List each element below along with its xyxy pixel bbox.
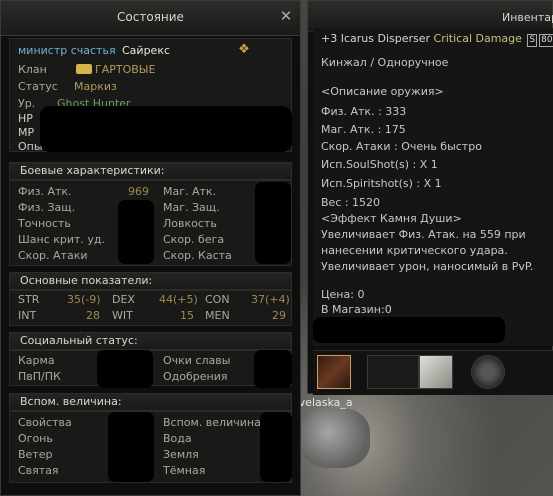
accuracy-label: Точность [18, 217, 71, 230]
basic-header: Основные показатели: [9, 272, 292, 290]
item-spiritshot: Исп.Spiritshot(s) : X 1 [321, 177, 442, 190]
redacted-tooltip-footer [313, 317, 505, 343]
dex-label: DEX [112, 293, 135, 306]
int-label: INT [18, 309, 37, 322]
pvp-label: ПвП/ПК [18, 370, 61, 383]
attr-props-label: Свойства [18, 416, 72, 429]
atk-speed-label: Скор. Атаки [18, 249, 88, 262]
mp-label: MP [18, 126, 35, 139]
aux-value-label: Вспом. величина [163, 416, 261, 429]
status-title: Состояние [117, 10, 184, 24]
item-price: Цена: 0 [321, 288, 365, 301]
holy-label: Святая [18, 464, 59, 477]
grade-level-icon: 80 [539, 34, 553, 47]
social-heading: Социальный статус: [20, 334, 138, 347]
weapon-slot-icon[interactable] [317, 355, 351, 389]
clan-name: ГАРТОВЫЕ [95, 63, 156, 76]
str-label: STR [18, 293, 40, 306]
run-speed-label: Скор. бега [163, 233, 225, 246]
inventory-title: Инвентар [502, 11, 553, 24]
elements-heading: Вспом. величина: [20, 395, 122, 408]
basic-heading: Основные показатели: [20, 274, 153, 287]
cast-speed-label: Скор. Каста [163, 249, 232, 262]
earth-label: Земля [163, 448, 199, 461]
status-label: Статус [18, 80, 58, 93]
round-slot-icon[interactable] [471, 355, 505, 389]
fire-label: Огонь [18, 432, 53, 445]
close-icon[interactable]: ✕ [278, 8, 294, 24]
social-header: Социальный статус: [9, 332, 292, 350]
evasion-label: Ловкость [163, 217, 217, 230]
str-value: 35(-9) [67, 293, 101, 306]
combat-heading: Боевые характеристики: [20, 164, 165, 177]
redacted-social-left [97, 350, 153, 388]
level-label: Ур. [18, 97, 36, 110]
sa-heading: <Эффект Камня Души> [321, 212, 462, 225]
redacted-bars [40, 106, 292, 152]
redacted-social-right [254, 350, 292, 388]
clan-crest-icon [76, 64, 92, 74]
dex-value: 44(+5) [159, 293, 198, 306]
item-soulshot: Исп.SoulShot(s) : X 1 [321, 158, 438, 171]
bell-item-icon[interactable] [419, 355, 453, 389]
int-value: 28 [86, 309, 100, 322]
water-label: Вода [163, 432, 192, 445]
item-enchant: +3 [321, 32, 338, 45]
char-title: министр счастья [18, 44, 116, 57]
recommend-label: Одобрения [163, 370, 228, 383]
redacted-combat-right [255, 182, 291, 264]
desc-heading: <Описание оружия> [321, 85, 444, 98]
item-name-line: +3 Icarus Disperser Critical Damage S 80 [321, 32, 553, 47]
fame-label: Очки славы [163, 354, 231, 367]
men-label: MEN [205, 309, 230, 322]
elements-header: Вспом. величина: [9, 393, 292, 411]
wit-label: WIT [112, 309, 133, 322]
clan-label: Клан [18, 63, 47, 76]
item-shop: В Магазин:0 [321, 303, 392, 316]
patk-value: 969 [128, 185, 149, 198]
redacted-elements-left [108, 412, 154, 482]
hp-label: HP [18, 112, 33, 125]
item-name: Icarus Disperser [340, 32, 431, 45]
wind-label: Ветер [18, 448, 53, 461]
empty-slot[interactable] [367, 355, 419, 389]
sa-line-2: нанесении критического удара. [321, 244, 508, 257]
wit-value: 15 [180, 309, 194, 322]
status-value: Маркиз [74, 80, 117, 93]
crit-label: Шанс крит. уд. [18, 233, 106, 246]
item-tooltip: +3 Icarus Disperser Critical Damage S 80 … [313, 28, 553, 346]
item-patk: Физ. Атк. : 333 [321, 105, 407, 118]
item-atk-speed: Скор. Атаки : Очень быстро [321, 140, 482, 153]
status-titlebar[interactable]: Состояние ✕ [1, 1, 300, 36]
item-special-ability: Critical Damage [433, 32, 522, 45]
item-type: Кинжал / Одноручное [321, 56, 449, 69]
redacted-combat-left [118, 200, 154, 264]
sa-line-3: Увеличивает урон, наносимый в PvP. [321, 260, 534, 273]
player-character[interactable] [300, 408, 370, 468]
combat-header: Боевые характеристики: [9, 162, 292, 180]
redacted-elements-right [260, 412, 292, 482]
sa-line-1: Увеличивает Физ. Атак. на 559 при [321, 228, 526, 241]
con-value: 37(+4) [251, 293, 290, 306]
item-weight: Вес : 1520 [321, 196, 381, 209]
exp-label: Опы [18, 140, 43, 153]
patk-label: Физ. Атк. [18, 185, 72, 198]
matk-label: Маг. Атк. [163, 185, 217, 198]
karma-label: Карма [18, 354, 55, 367]
con-label: CON [205, 293, 230, 306]
inventory-slot-row [313, 350, 553, 395]
char-name: Сайрекс [122, 44, 171, 57]
pdef-label: Физ. Защ. [18, 201, 76, 214]
basic-panel [9, 290, 292, 326]
dark-label: Тёмная [163, 464, 206, 477]
men-value: 29 [272, 309, 286, 322]
grade-icon: S [527, 34, 538, 47]
rank-emblem-icon: ❖ [238, 42, 250, 57]
item-matk: Маг. Атк. : 175 [321, 123, 406, 136]
mdef-label: Маг. Защ. [163, 201, 220, 214]
